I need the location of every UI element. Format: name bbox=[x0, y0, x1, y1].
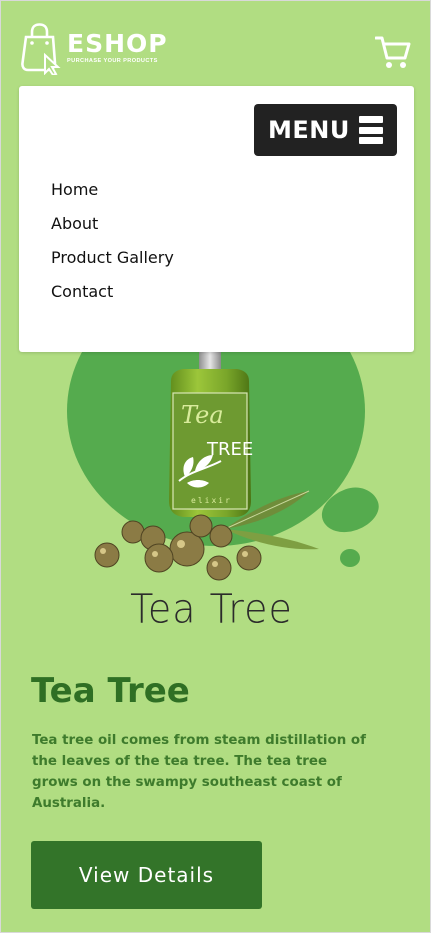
logo-tagline: PURCHASE YOUR PRODUCTS bbox=[67, 58, 158, 64]
cart-button[interactable] bbox=[374, 34, 411, 74]
shopping-bag-icon bbox=[21, 23, 61, 75]
logo-title: ESHOP bbox=[67, 29, 168, 58]
view-details-button[interactable]: View Details bbox=[31, 841, 262, 909]
nav-item-contact[interactable]: Contact bbox=[51, 280, 174, 314]
nav-item-home[interactable]: Home bbox=[51, 178, 174, 212]
bottle-label-tree: TREE bbox=[206, 439, 253, 460]
nav-list: Home About Product Gallery Contact bbox=[51, 178, 174, 314]
decorative-dot bbox=[340, 549, 360, 567]
hamburger-icon bbox=[359, 116, 383, 148]
product-title: Tea Tree bbox=[31, 671, 190, 711]
page: ESHOP PURCHASE YOUR PRODUCTS Tea TREE el… bbox=[0, 0, 431, 933]
shopping-cart-icon bbox=[374, 36, 411, 68]
product-description: Tea tree oil comes from steam distillati… bbox=[32, 733, 366, 811]
menu-toggle-button[interactable]: MENU bbox=[254, 104, 397, 156]
menu-toggle-label: MENU bbox=[268, 116, 350, 144]
menu-dropdown: MENU Home About Product Gallery Contact bbox=[19, 86, 414, 352]
seeds-image bbox=[94, 514, 262, 581]
bottle-label-tea: Tea bbox=[181, 401, 224, 429]
logo[interactable]: ESHOP PURCHASE YOUR PRODUCTS bbox=[21, 23, 168, 75]
nav-item-product-gallery[interactable]: Product Gallery bbox=[51, 246, 174, 280]
nav-item-about[interactable]: About bbox=[51, 212, 174, 246]
hero-caption: Tea Tree bbox=[130, 585, 293, 633]
header: ESHOP PURCHASE YOUR PRODUCTS bbox=[1, 1, 431, 87]
